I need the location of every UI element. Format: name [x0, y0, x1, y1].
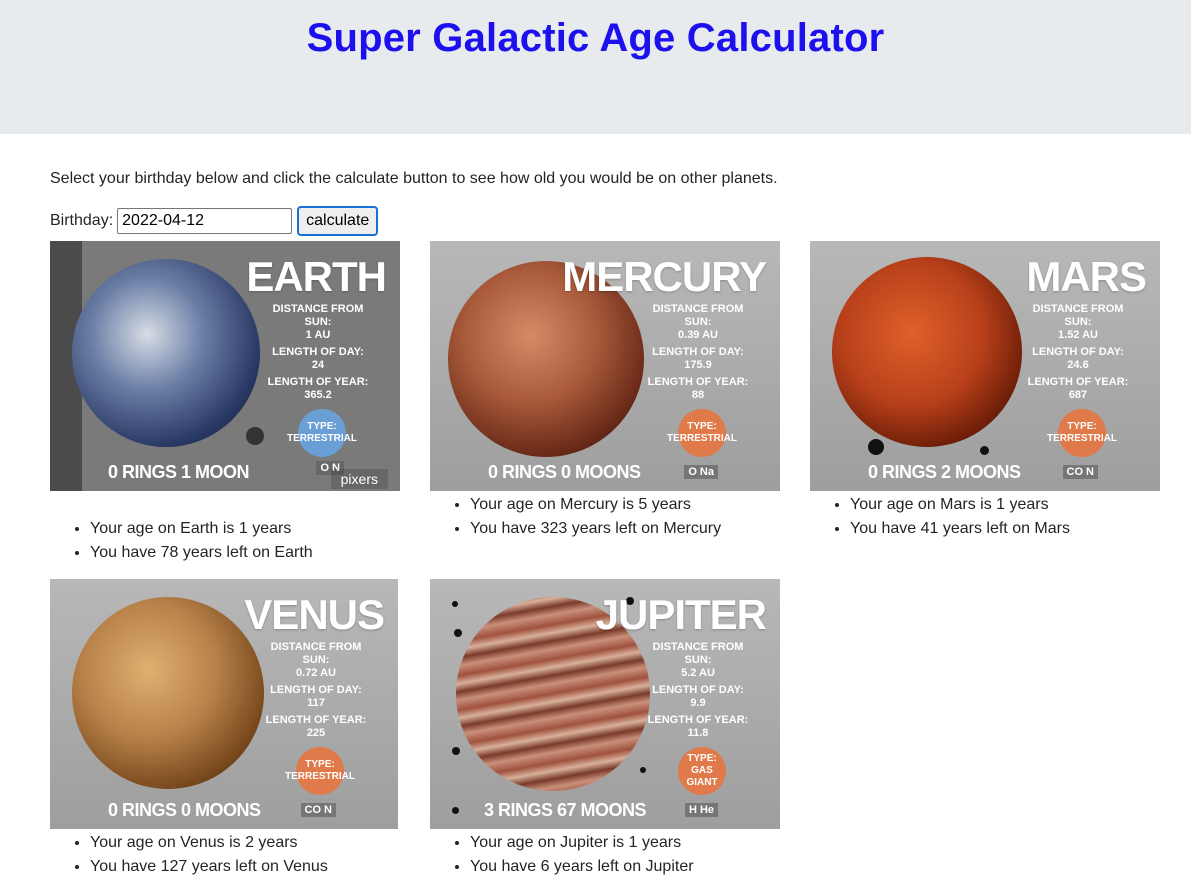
birthday-form: Birthday: calculate	[50, 206, 379, 236]
moon-icon	[452, 807, 459, 814]
years-left-result: You have 323 years left on Mercury	[470, 517, 780, 541]
fact-label: LENGTH OF DAY:	[1032, 346, 1124, 358]
rings-moons-label: 3 RINGS 67 MOONS	[484, 800, 647, 820]
fact-label: LENGTH OF DAY:	[652, 684, 744, 696]
planet-card-mars: MARS DISTANCE FROM SUN: 1.52 AU LENGTH O…	[810, 241, 1160, 541]
fact-value: 24.6	[1067, 359, 1089, 371]
type-badge: TYPE: GAS GIANT	[678, 747, 726, 795]
years-left-result: You have 78 years left on Earth	[90, 541, 400, 565]
fact-label: DISTANCE FROM SUN:	[1032, 303, 1124, 328]
fact-value: 11.8	[687, 727, 709, 739]
moon-icon	[452, 601, 458, 607]
fact-value: 225	[306, 727, 326, 739]
mars-image: MARS DISTANCE FROM SUN: 1.52 AU LENGTH O…	[810, 241, 1160, 491]
years-left-result: You have 41 years left on Mars	[850, 517, 1160, 541]
fact-value: 365.2	[304, 389, 332, 401]
planet-facts: DISTANCE FROM SUN: 1.52 AU LENGTH OF DAY…	[1018, 303, 1138, 406]
fact-value: 0.72 AU	[296, 667, 336, 679]
rings-moons-label: 0 RINGS 1 MOON	[108, 462, 250, 482]
planet-facts: DISTANCE FROM SUN: 0.72 AU LENGTH OF DAY…	[256, 641, 376, 744]
age-result: Your age on Mercury is 5 years	[470, 493, 780, 517]
moon-icon	[454, 629, 462, 637]
mars-globe-icon	[832, 257, 1022, 447]
fact-value: 24	[311, 359, 325, 371]
fact-value: 175.9	[684, 359, 712, 371]
planet-name: JUPITER	[595, 591, 767, 638]
fact-value: 9.9	[690, 697, 706, 709]
fact-label: LENGTH OF YEAR:	[267, 376, 369, 388]
jupiter-results: Your age on Jupiter is 1 years You have …	[430, 831, 780, 879]
years-left-result: You have 127 years left on Venus	[90, 855, 400, 879]
fact-label: DISTANCE FROM SUN:	[272, 303, 364, 328]
earth-globe-icon	[72, 259, 260, 447]
intro-text: Select your birthday below and click the…	[50, 170, 778, 187]
venus-results: Your age on Venus is 2 years You have 12…	[50, 831, 400, 879]
page-title: Super Galactic Age Calculator	[306, 16, 885, 60]
fact-value: 88	[691, 389, 705, 401]
planet-name: EARTH	[246, 253, 387, 300]
fact-label: DISTANCE FROM SUN:	[652, 641, 744, 666]
elements-label: H He	[684, 803, 718, 817]
earth-image: EARTH DISTANCE FROM SUN: 1 AU LENGTH OF …	[50, 241, 400, 491]
fact-label: LENGTH OF YEAR:	[647, 376, 749, 388]
planet-name: MARS	[1026, 253, 1147, 300]
earth-results: Your age on Earth is 1 years You have 78…	[50, 517, 400, 565]
fact-value: 0.39 AU	[678, 329, 718, 341]
elements-label: CO N	[1062, 465, 1098, 479]
page-header: Super Galactic Age Calculator	[0, 0, 1191, 134]
age-result: Your age on Venus is 2 years	[90, 831, 400, 855]
planet-facts: DISTANCE FROM SUN: 0.39 AU LENGTH OF DAY…	[638, 303, 758, 406]
planet-name: VENUS	[244, 591, 385, 638]
type-badge: TYPE: TERRESTRIAL	[1047, 409, 1117, 457]
watermark-logo: pixers	[330, 469, 388, 489]
planet-card-mercury: MERCURY DISTANCE FROM SUN: 0.39 AU LENGT…	[430, 241, 780, 541]
moon-icon	[868, 439, 884, 455]
fact-label: LENGTH OF DAY:	[652, 346, 744, 358]
mercury-results: Your age on Mercury is 5 years You have …	[430, 493, 780, 541]
age-result: Your age on Mars is 1 years	[850, 493, 1160, 517]
calculate-button[interactable]: calculate	[297, 206, 379, 236]
age-result: Your age on Jupiter is 1 years	[470, 831, 780, 855]
moon-icon	[452, 747, 460, 755]
moon-icon	[246, 427, 264, 445]
elements-label: O Na	[684, 465, 718, 479]
planet-facts: DISTANCE FROM SUN: 1 AU LENGTH OF DAY: 2…	[258, 303, 378, 406]
venus-image: VENUS DISTANCE FROM SUN: 0.72 AU LENGTH …	[50, 579, 398, 829]
fact-value: 5.2 AU	[681, 667, 715, 679]
type-badge: TYPE: TERRESTRIAL	[285, 747, 355, 795]
years-left-result: You have 6 years left on Jupiter	[470, 855, 780, 879]
fact-label: LENGTH OF YEAR:	[1027, 376, 1129, 388]
mars-results: Your age on Mars is 1 years You have 41 …	[810, 493, 1160, 541]
fact-value: 1 AU	[305, 329, 331, 341]
fact-label: DISTANCE FROM SUN:	[652, 303, 744, 328]
mercury-image: MERCURY DISTANCE FROM SUN: 0.39 AU LENGT…	[430, 241, 780, 491]
moon-icon	[980, 446, 989, 455]
type-badge: TYPE: TERRESTRIAL	[287, 409, 357, 457]
planet-name: MERCURY	[562, 253, 767, 300]
moon-icon	[640, 767, 646, 773]
venus-globe-icon	[72, 597, 264, 789]
planet-card-jupiter: JUPITER DISTANCE FROM SUN: 5.2 AU LENGTH…	[430, 579, 780, 879]
fact-value: 1.52 AU	[1058, 329, 1098, 341]
rings-moons-label: 0 RINGS 0 MOONS	[488, 462, 641, 482]
birthday-label: Birthday:	[50, 212, 114, 229]
fact-label: LENGTH OF DAY:	[272, 346, 364, 358]
age-result: Your age on Earth is 1 years	[90, 517, 400, 541]
fact-label: DISTANCE FROM SUN:	[270, 641, 362, 666]
fact-value: 117	[307, 697, 325, 709]
rings-moons-label: 0 RINGS 0 MOONS	[108, 800, 261, 820]
fact-label: LENGTH OF YEAR:	[265, 714, 367, 726]
rings-moons-label: 0 RINGS 2 MOONS	[868, 462, 1021, 482]
planet-facts: DISTANCE FROM SUN: 5.2 AU LENGTH OF DAY:…	[638, 641, 758, 744]
fact-label: LENGTH OF YEAR:	[647, 714, 749, 726]
planet-card-earth: EARTH DISTANCE FROM SUN: 1 AU LENGTH OF …	[50, 241, 400, 565]
type-badge: TYPE: TERRESTRIAL	[667, 409, 737, 457]
elements-label: CO N	[300, 803, 336, 817]
planet-card-venus: VENUS DISTANCE FROM SUN: 0.72 AU LENGTH …	[50, 579, 400, 879]
birthday-input[interactable]	[117, 208, 293, 234]
fact-label: LENGTH OF DAY:	[270, 684, 362, 696]
fact-value: 687	[1068, 389, 1088, 401]
jupiter-image: JUPITER DISTANCE FROM SUN: 5.2 AU LENGTH…	[430, 579, 780, 829]
